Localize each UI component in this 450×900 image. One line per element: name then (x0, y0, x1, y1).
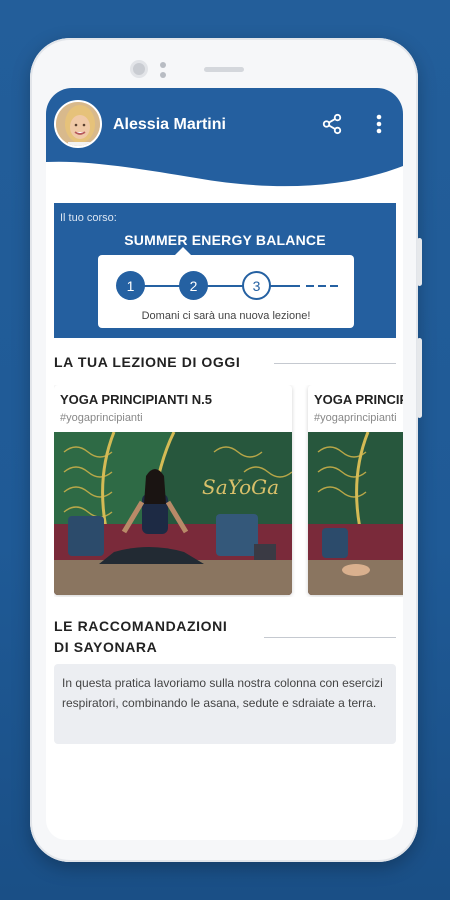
step-dash (330, 285, 338, 287)
section-divider (274, 363, 396, 364)
reco-section-title: LE RACCOMANDAZIONI DI SAYONARA (54, 616, 227, 658)
lesson-carousel[interactable]: YOGA PRINCIPIANTI N.5 #yogaprincipianti … (54, 385, 403, 597)
lesson-card[interactable]: YOGA PRINCIPIANTI #yogaprincipianti (308, 385, 403, 595)
lesson-thumbnail (308, 432, 403, 595)
today-section-title: LA TUA LEZIONE DI OGGI (54, 354, 241, 370)
course-label: Il tuo corso: (60, 212, 117, 224)
recommendation-text-box: In questa pratica lavoriamo sulla nostra… (54, 664, 396, 744)
section-divider (264, 637, 396, 638)
course-title: SUMMER ENERGY BALANCE (124, 232, 326, 248)
app-header: Alessia Martini (46, 88, 403, 188)
reco-title-line2: DI SAYONARA (54, 639, 158, 655)
lesson-thumbnail: SaYoGa (54, 432, 292, 595)
avatar[interactable] (54, 100, 102, 148)
sensor-dot (160, 62, 166, 68)
volume-button (417, 238, 422, 286)
recommendation-text: In questa pratica lavoriamo sulla nostra… (62, 676, 383, 710)
course-panel[interactable]: Il tuo corso: SUMMER ENERGY BALANCE 1 2 … (54, 203, 396, 338)
sensor-dot (160, 72, 166, 78)
brand-watermark: SaYoGa (202, 475, 279, 499)
speaker-grille (204, 67, 244, 72)
step-3[interactable]: 3 (242, 271, 271, 300)
course-progress: 1 2 3 Domani ci sarà una nuova lezione! (98, 255, 354, 328)
camera-lens (130, 60, 148, 78)
more-vertical-icon (376, 114, 382, 134)
step-1[interactable]: 1 (116, 271, 145, 300)
menu-button[interactable] (367, 112, 391, 136)
lesson-tag: #yogaprincipianti (314, 412, 397, 424)
app-screen: Alessia Martini Il tuo corso: SUMMER ENE… (46, 88, 403, 840)
lesson-card[interactable]: YOGA PRINCIPIANTI N.5 #yogaprincipianti … (54, 385, 292, 595)
step-dash (306, 285, 314, 287)
share-button[interactable] (320, 112, 344, 136)
header-wave (46, 88, 403, 187)
user-name: Alessia Martini (113, 116, 226, 133)
lesson-title: YOGA PRINCIPIANTI (314, 392, 403, 407)
step-2[interactable]: 2 (179, 271, 208, 300)
lesson-tag: #yogaprincipianti (60, 412, 143, 424)
reco-title-line1: LE RACCOMANDAZIONI (54, 618, 228, 634)
share-icon (322, 113, 342, 135)
power-button (417, 338, 422, 418)
step-connector (270, 285, 300, 287)
lesson-title: YOGA PRINCIPIANTI N.5 (60, 392, 212, 407)
progress-note: Domani ci sarà una nuova lezione! (141, 310, 311, 322)
step-dash (318, 285, 326, 287)
